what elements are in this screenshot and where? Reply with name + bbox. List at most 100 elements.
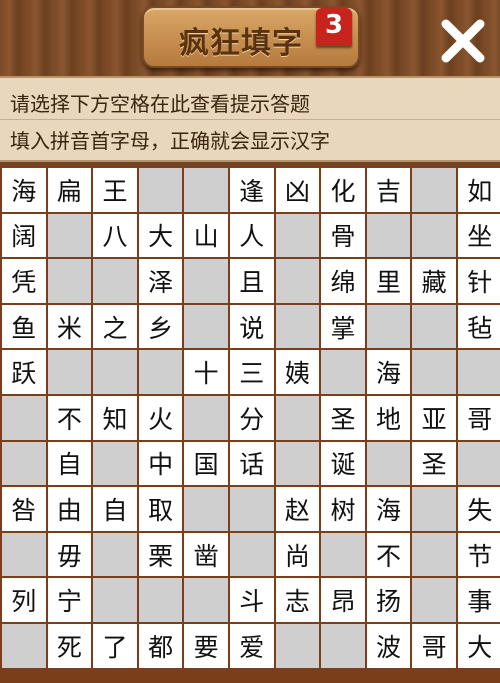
grid-cell-blank xyxy=(47,259,92,303)
close-button[interactable] xyxy=(436,14,490,68)
grid-cell-letter[interactable]: 圣 xyxy=(412,441,456,486)
grid-cell-letter[interactable]: 三 xyxy=(229,350,274,394)
grid-cell-letter[interactable]: 大 xyxy=(138,213,183,258)
grid-cell-letter[interactable]: 中 xyxy=(138,441,183,486)
grid-cell-blank xyxy=(184,168,228,212)
grid-cell-letter[interactable]: 吉 xyxy=(366,168,411,212)
grid-cell-letter[interactable]: 不 xyxy=(366,532,411,577)
grid-cell-letter[interactable]: 王 xyxy=(93,168,137,212)
grid-cell-letter[interactable]: 十 xyxy=(184,350,228,394)
grid-cell-letter[interactable]: 且 xyxy=(229,259,274,303)
grid-cell-letter[interactable]: 要 xyxy=(184,623,228,668)
grid-cell-letter[interactable]: 化 xyxy=(321,168,365,212)
grid-cell-letter[interactable]: 泽 xyxy=(138,259,183,303)
grid-cell-letter[interactable]: 米 xyxy=(47,304,92,349)
grid-cell-letter[interactable]: 志 xyxy=(275,578,320,622)
grid-cell-letter[interactable]: 哥 xyxy=(457,395,500,440)
grid-cell-blank xyxy=(366,213,411,258)
grid-cell-letter[interactable]: 扬 xyxy=(366,578,411,622)
grid-cell-letter[interactable]: 骨 xyxy=(321,213,365,258)
crossword-grid: 海扁王逢凶化吉如阔八大山人骨坐凭泽且绵里藏针鱼米之乡说掌毡跃十三姨海不知火分圣地… xyxy=(2,168,500,668)
grid-cell-letter[interactable]: 分 xyxy=(229,395,274,440)
grid-cell-letter[interactable]: 海 xyxy=(2,168,46,212)
grid-cell-letter[interactable]: 国 xyxy=(184,441,228,486)
grid-cell-letter[interactable]: 尚 xyxy=(275,532,320,577)
grid-cell-letter[interactable]: 山 xyxy=(184,213,228,258)
grid-cell-letter[interactable]: 事 xyxy=(457,578,500,622)
grid-cell-letter[interactable]: 大 xyxy=(457,623,500,668)
grid-cell-blank xyxy=(275,395,320,440)
grid-cell-letter[interactable]: 凭 xyxy=(2,259,46,303)
grid-cell-letter[interactable]: 藏 xyxy=(412,259,456,303)
grid-cell-letter[interactable]: 诞 xyxy=(321,441,365,486)
grid-cell-blank xyxy=(93,532,137,577)
grid-cell-letter[interactable]: 知 xyxy=(93,395,137,440)
grid-cell-letter[interactable]: 凿 xyxy=(184,532,228,577)
grid-cell-letter[interactable]: 凶 xyxy=(275,168,320,212)
grid-cell-letter[interactable]: 宁 xyxy=(47,578,92,622)
grid-cell-letter[interactable]: 扁 xyxy=(47,168,92,212)
grid-cell-letter[interactable]: 话 xyxy=(229,441,274,486)
grid-cell-letter[interactable]: 树 xyxy=(321,487,365,531)
grid-cell-blank xyxy=(2,395,46,440)
grid-cell-letter[interactable]: 八 xyxy=(93,213,137,258)
grid-cell-letter[interactable]: 斗 xyxy=(229,578,274,622)
grid-cell-blank xyxy=(275,259,320,303)
grid-cell-blank xyxy=(184,395,228,440)
grid-cell-letter[interactable]: 海 xyxy=(366,487,411,531)
grid-cell-letter[interactable]: 海 xyxy=(366,350,411,394)
grid-cell-letter[interactable]: 都 xyxy=(138,623,183,668)
grid-cell-letter[interactable]: 昂 xyxy=(321,578,365,622)
grid-cell-blank xyxy=(93,259,137,303)
grid-cell-letter[interactable]: 死 xyxy=(47,623,92,668)
grid-cell-letter[interactable]: 阔 xyxy=(2,213,46,258)
grid-cell-letter[interactable]: 波 xyxy=(366,623,411,668)
grid-cell-letter[interactable]: 亚 xyxy=(412,395,456,440)
grid-cell-letter[interactable]: 针 xyxy=(457,259,500,303)
close-x-icon xyxy=(441,19,485,63)
grid-cell-letter[interactable]: 哥 xyxy=(412,623,456,668)
grid-cell-blank xyxy=(47,350,92,394)
grid-cell-letter[interactable]: 毡 xyxy=(457,304,500,349)
grid-cell-letter[interactable]: 人 xyxy=(229,213,274,258)
grid-cell-letter[interactable]: 列 xyxy=(2,578,46,622)
grid-cell-letter[interactable]: 自 xyxy=(93,487,137,531)
grid-cell-letter[interactable]: 说 xyxy=(229,304,274,349)
grid-cell-letter[interactable]: 栗 xyxy=(138,532,183,577)
grid-cell-blank xyxy=(229,487,274,531)
grid-cell-letter[interactable]: 乡 xyxy=(138,304,183,349)
grid-cell-blank xyxy=(275,304,320,349)
grid-cell-letter[interactable]: 火 xyxy=(138,395,183,440)
grid-cell-letter[interactable]: 毋 xyxy=(47,532,92,577)
grid-cell-letter[interactable]: 不 xyxy=(47,395,92,440)
grid-cell-letter[interactable]: 取 xyxy=(138,487,183,531)
grid-cell-letter[interactable]: 失 xyxy=(457,487,500,531)
grid-cell-letter[interactable]: 如 xyxy=(457,168,500,212)
hint-panel[interactable]: 请选择下方空格在此查看提示答题 填入拼音首字母，正确就会显示汉字 xyxy=(0,76,500,162)
grid-cell-letter[interactable]: 了 xyxy=(93,623,137,668)
grid-cell-blank xyxy=(366,304,411,349)
crossword-board: 海扁王逢凶化吉如阔八大山人骨坐凭泽且绵里藏针鱼米之乡说掌毡跃十三姨海不知火分圣地… xyxy=(0,166,500,683)
grid-cell-blank xyxy=(412,350,456,394)
grid-cell-letter[interactable]: 里 xyxy=(366,259,411,303)
grid-cell-letter[interactable]: 爱 xyxy=(229,623,274,668)
grid-cell-letter[interactable]: 绵 xyxy=(321,259,365,303)
grid-cell-letter[interactable]: 自 xyxy=(47,441,92,486)
grid-cell-letter[interactable]: 掌 xyxy=(321,304,365,349)
grid-cell-letter[interactable]: 跃 xyxy=(2,350,46,394)
grid-cell-letter[interactable]: 由 xyxy=(47,487,92,531)
grid-cell-blank xyxy=(275,213,320,258)
grid-cell-letter[interactable]: 地 xyxy=(366,395,411,440)
grid-cell-blank xyxy=(412,213,456,258)
grid-cell-letter[interactable]: 之 xyxy=(93,304,137,349)
grid-cell-letter[interactable]: 坐 xyxy=(457,213,500,258)
grid-cell-letter[interactable]: 节 xyxy=(457,532,500,577)
grid-cell-blank xyxy=(93,578,137,622)
grid-cell-letter[interactable]: 咎 xyxy=(2,487,46,531)
grid-cell-letter[interactable]: 圣 xyxy=(321,395,365,440)
grid-cell-letter[interactable]: 鱼 xyxy=(2,304,46,349)
grid-cell-letter[interactable]: 赵 xyxy=(275,487,320,531)
grid-cell-letter[interactable]: 姨 xyxy=(275,350,320,394)
grid-cell-letter[interactable]: 逢 xyxy=(229,168,274,212)
level-badge: 3 xyxy=(316,8,352,46)
